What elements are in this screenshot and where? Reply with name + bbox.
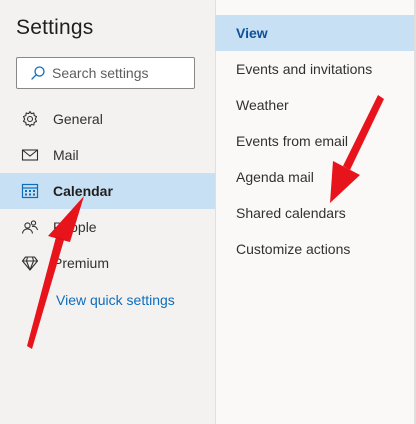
nav-item-mail[interactable]: Mail — [0, 137, 215, 173]
section-label: Events from email — [236, 133, 349, 149]
nav-item-label: Premium — [53, 255, 110, 271]
section-label: Events and invitations — [236, 61, 373, 77]
nav-item-label: People — [53, 219, 97, 235]
nav-item-label: Calendar — [53, 183, 113, 199]
search-input[interactable] — [52, 65, 192, 81]
section-label: Agenda mail — [236, 169, 314, 185]
view-quick-settings-link[interactable]: View quick settings — [56, 292, 175, 308]
nav-item-label: Mail — [53, 147, 79, 163]
calendar-section-weather[interactable]: Weather — [215, 87, 414, 123]
gear-icon — [21, 110, 39, 128]
calendar-section-events-invitations[interactable]: Events and invitations — [215, 51, 414, 87]
calendar-section-agenda-mail[interactable]: Agenda mail — [215, 159, 414, 195]
diamond-icon — [21, 254, 39, 272]
calendar-section-shared-calendars[interactable]: Shared calendars — [215, 195, 414, 231]
calendar-icon — [21, 182, 39, 200]
calendar-section-view[interactable]: View — [215, 15, 414, 51]
search-box[interactable] — [16, 57, 195, 89]
calendar-section-events-from-email[interactable]: Events from email — [215, 123, 414, 159]
section-label: Shared calendars — [236, 205, 346, 221]
mail-icon — [21, 146, 39, 164]
section-label: Customize actions — [236, 241, 351, 257]
settings-title: Settings — [16, 16, 94, 39]
search-icon — [31, 66, 45, 80]
nav-item-label: General — [53, 111, 103, 127]
nav-item-calendar[interactable]: Calendar — [0, 173, 215, 209]
calendar-section-customize-actions[interactable]: Customize actions — [215, 231, 414, 267]
nav-item-people[interactable]: People — [0, 209, 215, 245]
people-icon — [21, 218, 39, 236]
nav-item-premium[interactable]: Premium — [0, 245, 215, 281]
nav-item-general[interactable]: General — [0, 101, 215, 137]
section-label: View — [236, 25, 268, 41]
section-label: Weather — [236, 97, 289, 113]
